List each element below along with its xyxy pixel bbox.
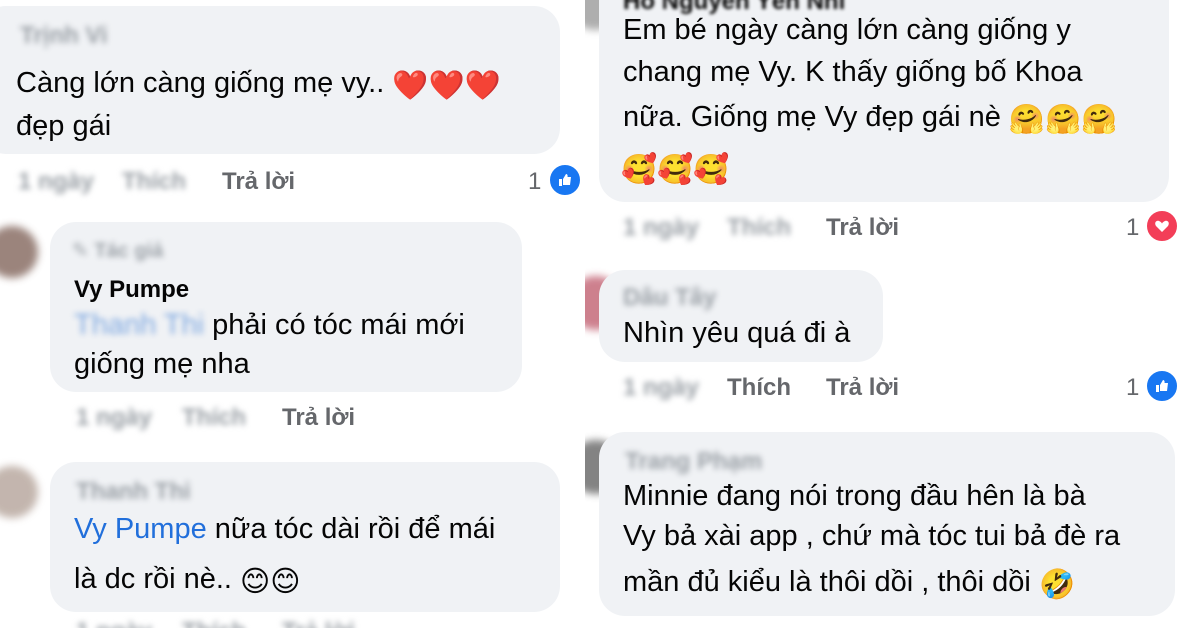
avatar[interactable] <box>0 466 38 518</box>
reaction-count[interactable]: 1 <box>1126 374 1139 402</box>
comment-time[interactable]: 1 ngày <box>76 404 152 432</box>
mention-link[interactable]: Vy Pumpe <box>74 513 207 545</box>
comment-text: Vy Pumpe nữa tóc dài rồi để mái <box>74 510 495 549</box>
comment-text-line: nữa tóc dài rồi để mái <box>206 513 496 545</box>
comment-author[interactable]: Vy Pumpe <box>74 276 189 304</box>
avatar[interactable] <box>0 226 38 278</box>
reply-link[interactable]: Trả lời <box>282 618 355 628</box>
comment-text-line: mần đủ kiểu là thôi dồi , thôi dồi <box>623 566 1031 598</box>
love-icon[interactable] <box>1145 209 1179 243</box>
smiling-emoji-icon: 😊😊 <box>240 566 301 598</box>
heart-emoji-icon: ❤️❤️❤️ <box>392 70 501 102</box>
reply-link[interactable]: Trả lời <box>826 214 899 242</box>
like-link[interactable]: Thích <box>182 618 246 628</box>
comment-author[interactable]: Thanh Thi <box>76 478 191 506</box>
comment-text-line: Minnie đang nói trong đầu hên là bà <box>623 480 1086 512</box>
comment-text: mần đủ kiểu là thôi dồi , thôi dồi 🤣 <box>623 563 1075 602</box>
right-comments-panel: Hồ Nguyễn Yến Nhi Em bé ngày càng lớn cà… <box>585 0 1200 628</box>
comment-time[interactable]: 1 ngày <box>18 168 94 196</box>
reaction-count[interactable]: 1 <box>1126 214 1139 242</box>
author-badge-icon: ✎ <box>72 240 95 262</box>
comment-author[interactable]: Dâu Tây <box>623 284 716 312</box>
comment-text: Thanh Thi phải có tóc mái mới <box>74 306 465 345</box>
comment-text-line: Nhìn yêu quá đi à <box>623 317 851 349</box>
comment-text: Càng lớn càng giống mẹ vy.. ❤️❤️❤️ <box>16 64 501 103</box>
comment-author[interactable]: Trang Phạm <box>625 448 762 476</box>
author-badge-label: Tác giả <box>94 240 164 262</box>
comment-text-line: Càng lớn càng giống mẹ vy.. <box>16 67 385 99</box>
comment-text-line: nữa. Giống mẹ Vy đẹp gái nè <box>623 101 1001 133</box>
smiling-hearts-emoji-icon: 🥰🥰🥰 <box>621 154 730 186</box>
reply-link[interactable]: Trả lời <box>826 374 899 402</box>
comment-text-line: chang mẹ Vy. K thấy giống bố Khoa <box>623 56 1083 88</box>
author-badge: ✎ Tác giả <box>72 238 163 263</box>
comment-text-line: là dc rồi nè.. <box>74 563 232 595</box>
comment-time[interactable]: 1 ngày <box>76 618 152 628</box>
comment-text-line: giống mẹ nha <box>74 348 250 380</box>
hugging-emoji-icon: 🤗🤗🤗 <box>1008 104 1118 136</box>
comment-time[interactable]: 1 ngày <box>623 214 699 242</box>
comment-author[interactable]: Trịnh Vi <box>20 22 108 50</box>
like-icon[interactable] <box>548 163 582 197</box>
comment-time[interactable]: 1 ngày <box>623 374 699 402</box>
left-comments-panel: Trịnh Vi Càng lớn càng giống mẹ vy.. ❤️❤… <box>0 0 585 628</box>
reply-link[interactable]: Trả lời <box>282 404 355 432</box>
comment-text: 🥰🥰🥰 <box>621 148 729 187</box>
comment-text: là dc rồi nè.. 😊😊 <box>74 560 301 599</box>
comment-text: nữa. Giống mẹ Vy đẹp gái nè 🤗🤗🤗 <box>623 98 1117 137</box>
comment-text-line: Em bé ngày càng lớn càng giống y <box>623 14 1071 46</box>
like-link[interactable]: Thích <box>727 374 791 402</box>
like-link[interactable]: Thích <box>122 168 186 196</box>
reaction-count[interactable]: 1 <box>528 168 541 196</box>
like-icon[interactable] <box>1145 369 1179 403</box>
like-link[interactable]: Thích <box>727 214 791 242</box>
rolling-laughing-emoji-icon: 🤣 <box>1038 569 1076 601</box>
comment-text-line: Vy bả xài app , chứ mà tóc tui bả đè ra <box>623 520 1121 552</box>
reply-link[interactable]: Trả lời <box>222 168 295 196</box>
comment-text-line: phải có tóc mái mới <box>204 309 465 341</box>
like-link[interactable]: Thích <box>182 404 246 432</box>
comment-text-line: đẹp gái <box>16 110 112 142</box>
mention-link[interactable]: Thanh Thi <box>74 309 204 341</box>
